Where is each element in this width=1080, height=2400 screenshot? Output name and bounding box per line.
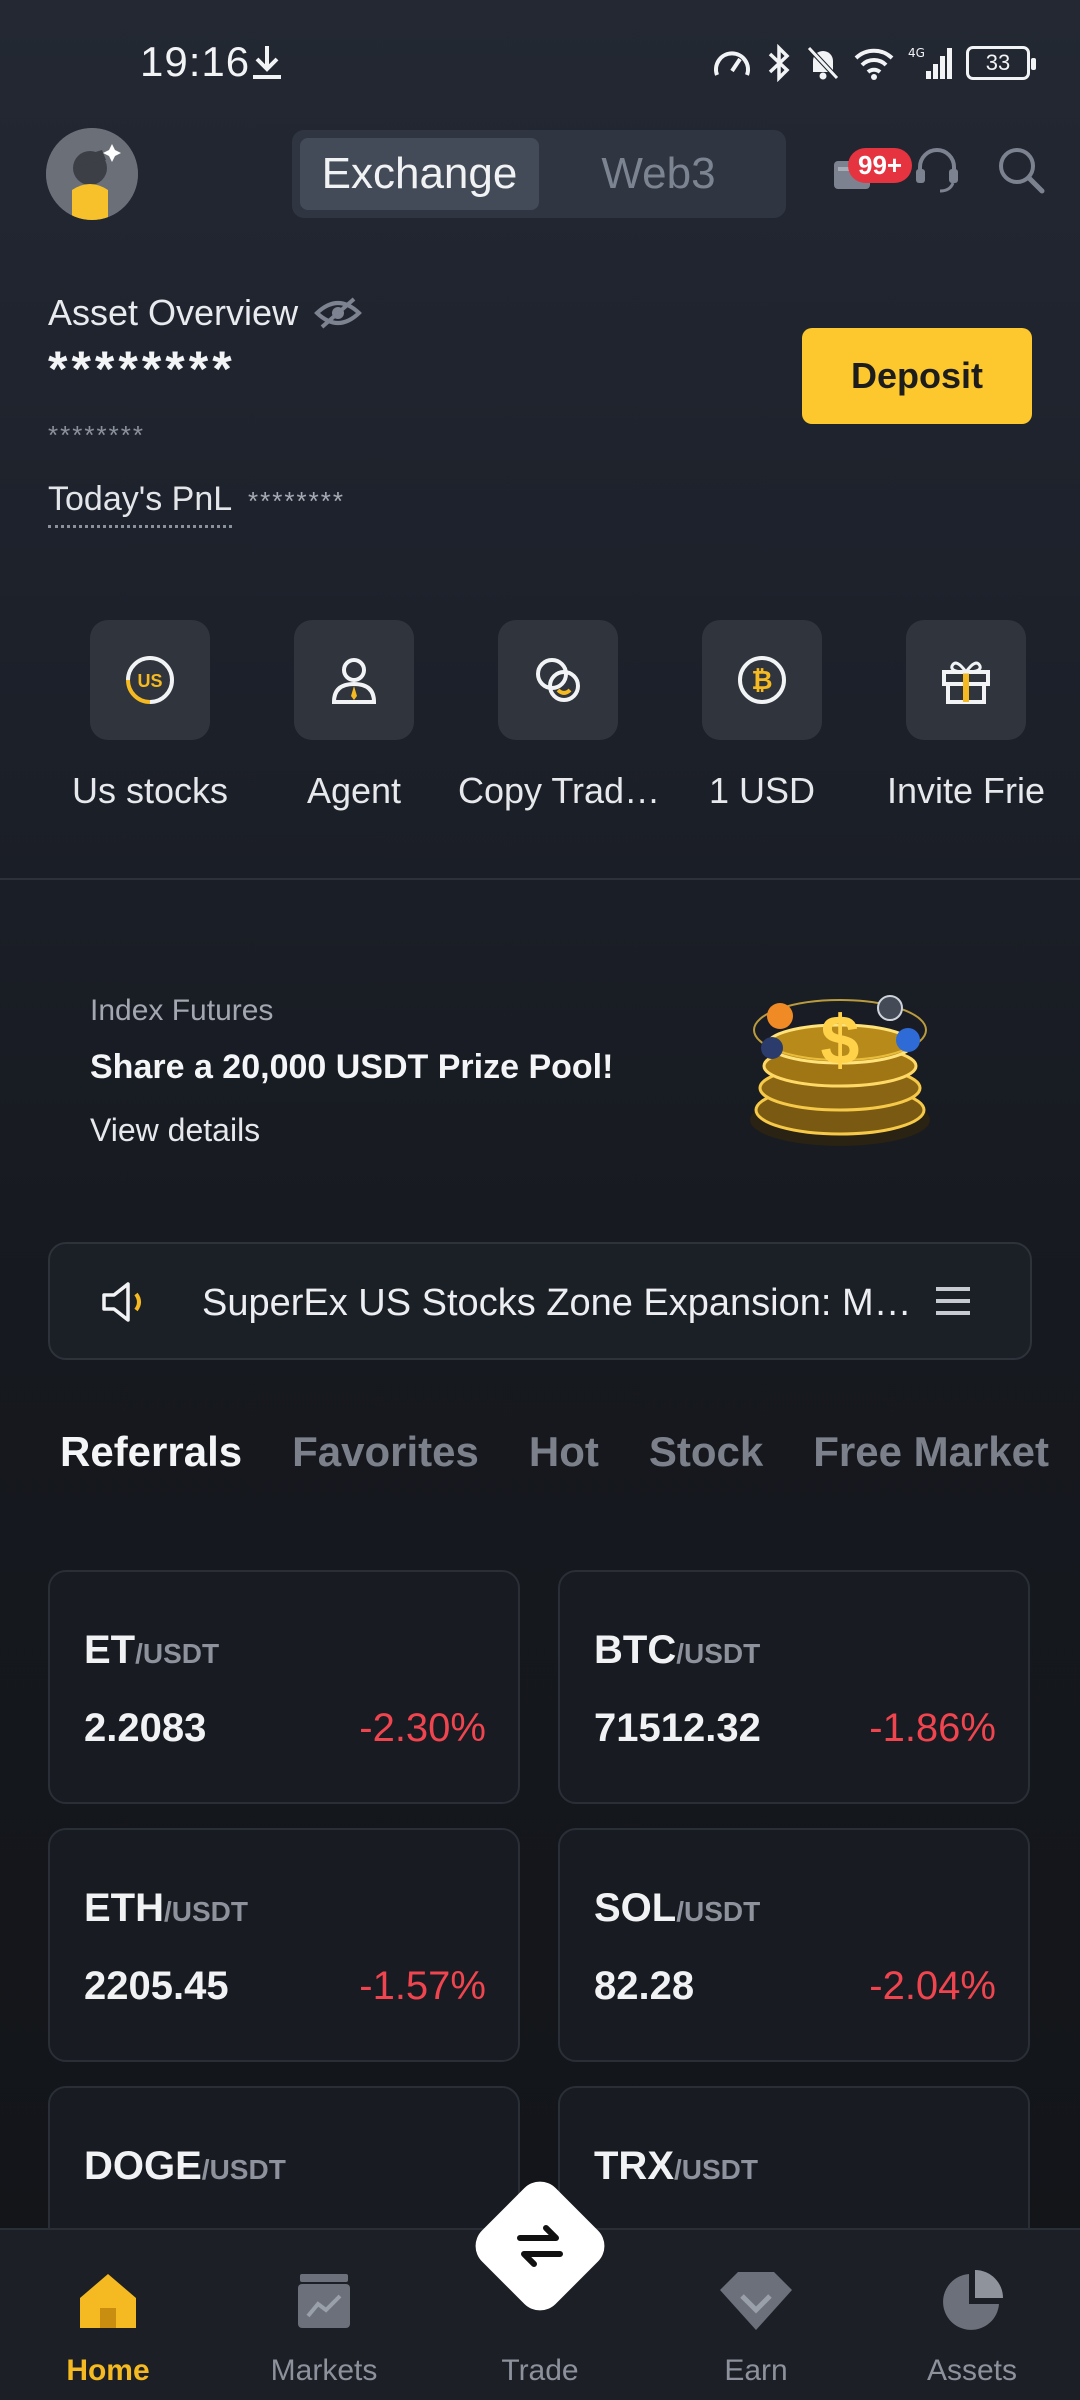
pair-price: 71512.32 — [594, 1706, 761, 1750]
pair-symbol: ET/USDT — [84, 1628, 220, 1672]
pair-symbol: DOGE/USDT — [84, 2144, 286, 2188]
pair-symbol: BTC/USDT — [594, 1628, 761, 1672]
nav-home[interactable]: Home — [28, 2266, 188, 2388]
assets-icon — [943, 2270, 1003, 2330]
todays-pnl-label[interactable]: Today's PnL — [48, 480, 233, 528]
wifi-icon — [854, 48, 894, 80]
pair-change: -2.30% — [359, 1706, 486, 1750]
quick-action-us-stocks[interactable]: US Us stocks — [50, 620, 250, 812]
bluetooth-icon — [768, 44, 790, 82]
quick-action-label: Us stocks — [71, 770, 229, 811]
signal-icon: 4G — [908, 46, 952, 79]
pair-price: 2.2083 — [84, 1706, 207, 1750]
banner-kicker: Index Futures — [90, 994, 274, 1027]
nav-label: Trade — [501, 2354, 579, 2387]
avatar[interactable] — [46, 128, 138, 220]
notification-badge: 99+ — [848, 148, 913, 183]
home-icon — [80, 2274, 136, 2328]
hide-eye-icon[interactable] — [314, 295, 362, 331]
support-headset-icon[interactable] — [912, 145, 962, 195]
quick-action-label: Copy Trad… — [458, 770, 658, 811]
markets-icon — [298, 2274, 350, 2328]
tab-free-market[interactable]: Free Market — [813, 1428, 1049, 1476]
speaker-icon — [102, 1282, 141, 1322]
svg-text:US: US — [137, 671, 162, 691]
pair-symbol: SOL/USDT — [594, 1886, 761, 1930]
market-tabs: Referrals Favorites Hot Stock Free Marke… — [60, 1428, 1049, 1476]
pair-change: -1.86% — [869, 1706, 996, 1750]
copy-trade-icon — [536, 658, 580, 702]
deposit-button[interactable]: Deposit — [802, 328, 1032, 424]
battery-icon: 33 — [966, 46, 1036, 80]
tab-referrals[interactable]: Referrals — [60, 1428, 242, 1476]
quick-action-label: Agent — [306, 770, 402, 811]
coin-stack-illustration-icon: $ — [750, 995, 930, 1146]
nav-label: Assets — [926, 2354, 1018, 2387]
announcement-bar[interactable]: SuperEx US Stocks Zone Expansion: M… — [48, 1242, 1032, 1360]
announcement-text: SuperEx US Stocks Zone Expansion: M… — [202, 1282, 912, 1324]
pair-card-sol[interactable]: SOL/USDT 82.28 -2.04% — [558, 1828, 1030, 2062]
download-icon — [253, 46, 281, 79]
pair-symbol: ETH/USDT — [84, 1886, 248, 1930]
pair-symbol: TRX/USDT — [594, 2144, 758, 2188]
nav-markets[interactable]: Markets — [244, 2266, 404, 2388]
svg-text:4G: 4G — [908, 46, 925, 60]
exchange-web3-toggle: Exchange Web3 — [292, 130, 786, 218]
pair-change: -2.04% — [869, 1964, 996, 2008]
speed-icon — [714, 51, 750, 76]
tab-stock[interactable]: Stock — [649, 1428, 763, 1476]
gift-icon — [942, 661, 990, 704]
tab-web3[interactable]: Web3 — [539, 138, 778, 210]
us-stocks-icon: US — [126, 656, 174, 704]
quick-action-1-usd[interactable]: ₿ 1 USD — [662, 620, 862, 812]
menu-list-icon[interactable] — [934, 1284, 972, 1318]
nav-label: Home — [66, 2354, 150, 2387]
svg-text:$: $ — [821, 1001, 860, 1079]
quick-action-agent[interactable]: Agent — [254, 620, 454, 812]
nav-label: Markets — [270, 2354, 378, 2387]
quick-action-label: Invite Frie — [886, 770, 1046, 811]
earn-icon — [720, 2272, 792, 2330]
banner-title: Share a 20,000 USDT Prize Pool! — [90, 1048, 614, 1086]
pair-card-eth[interactable]: ETH/USDT 2205.45 -1.57% — [48, 1828, 520, 2062]
status-time: 19:16 — [140, 38, 251, 85]
nav-label: Earn — [724, 2354, 788, 2387]
tab-hot[interactable]: Hot — [529, 1428, 599, 1476]
pair-price: 2205.45 — [84, 1964, 229, 2008]
trade-icon — [517, 2225, 563, 2267]
asset-secondary-masked: ******** — [48, 420, 145, 450]
search-icon[interactable] — [996, 145, 1046, 195]
pair-price: 82.28 — [594, 1964, 695, 2008]
svg-text:₿: ₿ — [751, 665, 772, 695]
quick-action-invite-friends[interactable]: Invite Frie — [866, 620, 1066, 812]
quick-action-label: 1 USD — [708, 770, 816, 811]
tab-favorites[interactable]: Favorites — [292, 1428, 479, 1476]
bitcoin-icon: ₿ — [738, 656, 786, 704]
asset-overview-text: Asset Overview — [48, 292, 299, 333]
nav-assets[interactable]: Assets — [892, 2266, 1052, 2388]
nav-earn[interactable]: Earn — [676, 2266, 836, 2388]
avatar-icon — [46, 128, 138, 220]
asset-total-masked: ******** — [48, 341, 236, 397]
pair-change: -1.57% — [359, 1964, 486, 2008]
mute-bell-icon — [807, 46, 839, 80]
section-divider — [0, 878, 1080, 880]
todays-pnl-value: ******** — [248, 486, 345, 516]
tab-exchange[interactable]: Exchange — [300, 138, 539, 210]
status-bar: 19:16 4G 33 — [0, 0, 1080, 110]
agent-icon — [331, 658, 377, 704]
banner-view-details-link[interactable]: View details — [90, 1112, 260, 1149]
asset-overview-label: Asset Overview — [48, 292, 362, 334]
pair-card-btc[interactable]: BTC/USDT 71512.32 -1.86% — [558, 1570, 1030, 1804]
quick-action-copy-trade[interactable]: Copy Trad… — [458, 620, 658, 812]
pair-card-et[interactable]: ET/USDT 2.2083 -2.30% — [48, 1570, 520, 1804]
